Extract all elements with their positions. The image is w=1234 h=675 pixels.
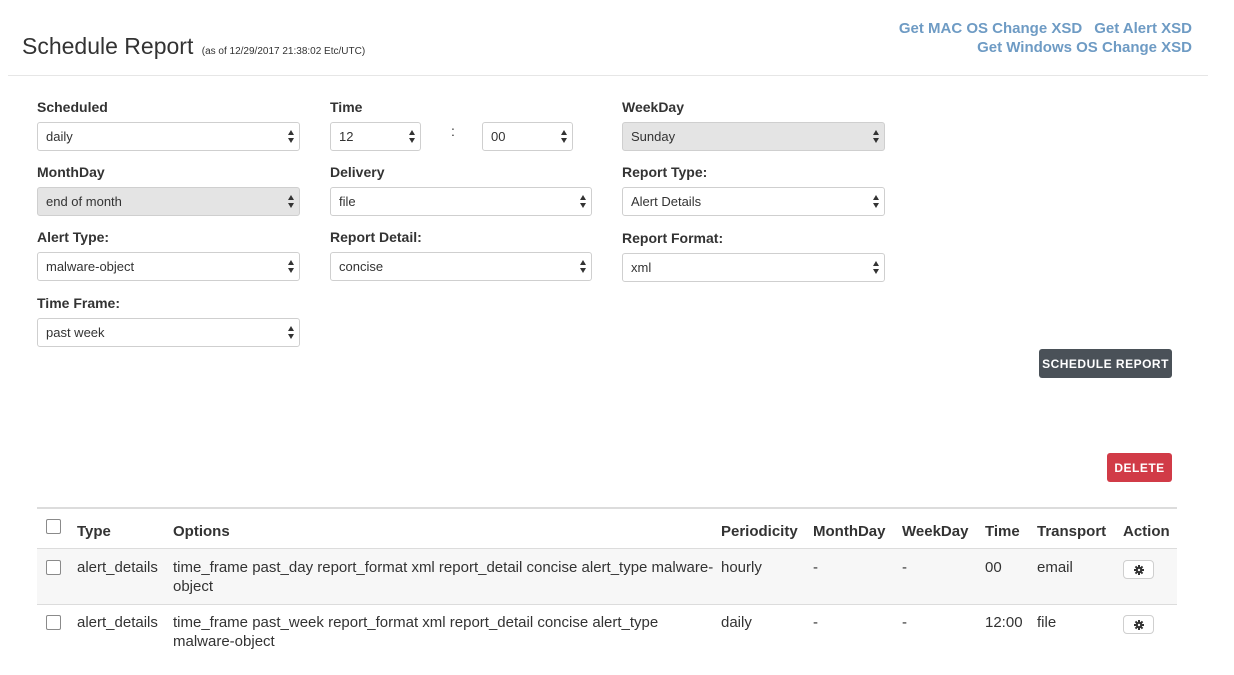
mac-os-change-xsd-link[interactable]: Get MAC OS Change XSD (899, 20, 1082, 37)
alert-xsd-link[interactable]: Get Alert XSD (1094, 20, 1192, 37)
row-options: time_frame past_day report_format xml re… (173, 558, 713, 596)
column-header-action: Action (1123, 523, 1170, 540)
time-frame-label: Time Frame: (37, 295, 120, 311)
column-header-monthday: MonthDay (813, 523, 886, 540)
windows-os-change-xsd-link[interactable]: Get Windows OS Change XSD (977, 39, 1192, 56)
time-separator: : (451, 123, 455, 139)
time-hour-select[interactable]: 12 (330, 122, 421, 151)
report-type-select[interactable]: Alert Details (622, 187, 885, 216)
report-detail-label: Report Detail: (330, 229, 422, 245)
alert-type-select[interactable]: malware-object (37, 252, 300, 281)
column-header-weekday: WeekDay (902, 523, 969, 540)
row-options: time_frame past_week report_format xml r… (173, 613, 713, 651)
scheduled-select[interactable]: daily (37, 122, 300, 151)
row-periodicity: hourly (721, 559, 762, 576)
row-weekday: - (902, 559, 907, 576)
weekday-select[interactable]: Sunday (622, 122, 885, 151)
updown-arrows-icon (288, 326, 295, 339)
monthday-label: MonthDay (37, 164, 105, 180)
alert-type-label: Alert Type: (37, 229, 110, 245)
report-type-value: Alert Details (631, 194, 702, 209)
row-action-button[interactable] (1123, 560, 1154, 579)
report-format-select[interactable]: xml (622, 253, 885, 282)
table-top-border (37, 507, 1177, 509)
time-minute-value: 00 (491, 129, 506, 144)
row-checkbox[interactable] (46, 615, 61, 630)
updown-arrows-icon (580, 195, 587, 208)
page-title: Schedule Report (as of 12/29/2017 21:38:… (22, 33, 365, 60)
xsd-links: Get MAC OS Change XSD Get Alert XSD Get W… (899, 19, 1192, 57)
column-header-time: Time (985, 523, 1020, 540)
delivery-select[interactable]: file (330, 187, 592, 216)
select-all-checkbox[interactable] (46, 519, 61, 534)
time-frame-select[interactable]: past week (37, 318, 300, 347)
table-row: alert_details time_frame past_day report… (37, 548, 1177, 604)
weekday-value: Sunday (631, 129, 676, 144)
scheduled-label: Scheduled (37, 99, 108, 115)
delivery-value: file (339, 194, 356, 209)
report-detail-select[interactable]: concise (330, 252, 592, 281)
column-header-periodicity: Periodicity (721, 523, 798, 540)
column-header-options: Options (173, 523, 230, 540)
updown-arrows-icon (873, 130, 880, 143)
report-format-value: xml (631, 260, 652, 275)
updown-arrows-icon (873, 195, 880, 208)
row-transport: email (1037, 559, 1073, 576)
row-time: 00 (985, 559, 1002, 576)
row-options-line2: malware-object (173, 633, 275, 650)
time-label: Time (330, 99, 363, 115)
updown-arrows-icon (580, 260, 587, 273)
row-time: 12:00 (985, 614, 1023, 631)
as-of-timestamp: (as of 12/29/2017 21:38:02 Etc/UTC) (201, 46, 366, 57)
row-options-line1: time_frame past_week report_format xml r… (173, 614, 659, 631)
page-header: Schedule Report (as of 12/29/2017 21:38:… (0, 0, 1234, 76)
row-monthday: - (813, 559, 818, 576)
delivery-label: Delivery (330, 164, 385, 180)
row-options-line1: time_frame past_day report_format xml re… (173, 559, 714, 576)
report-format-label: Report Format: (622, 230, 724, 246)
row-transport: file (1037, 614, 1057, 631)
page-title-text: Schedule Report (22, 33, 194, 59)
gear-icon (1134, 565, 1144, 575)
delete-button[interactable]: DELETE (1107, 453, 1172, 482)
column-header-type: Type (77, 523, 111, 540)
updown-arrows-icon (873, 261, 880, 274)
monthday-select[interactable]: end of month (37, 187, 300, 216)
schedule-report-button[interactable]: SCHEDULE REPORT (1039, 349, 1172, 378)
row-divider (37, 604, 1177, 605)
updown-arrows-icon (288, 260, 295, 273)
row-monthday: - (813, 614, 818, 631)
monthday-value: end of month (46, 194, 122, 209)
row-periodicity: daily (721, 614, 752, 631)
gear-icon (1134, 620, 1144, 630)
row-type: alert_details (77, 559, 158, 576)
row-weekday: - (902, 614, 907, 631)
row-divider (37, 548, 1177, 549)
updown-arrows-icon (288, 130, 295, 143)
updown-arrows-icon (288, 195, 295, 208)
header-divider (8, 75, 1208, 76)
time-hour-value: 12 (339, 129, 354, 144)
row-action-button[interactable] (1123, 615, 1154, 634)
updown-arrows-icon (409, 130, 416, 143)
row-type: alert_details (77, 614, 158, 631)
row-options-line2: object (173, 578, 214, 595)
time-frame-value: past week (46, 325, 105, 340)
row-checkbox[interactable] (46, 560, 61, 575)
time-minute-select[interactable]: 00 (482, 122, 573, 151)
weekday-label: WeekDay (622, 99, 685, 115)
scheduled-value: daily (46, 129, 73, 144)
column-header-transport: Transport (1037, 523, 1107, 540)
report-type-label: Report Type: (622, 164, 708, 180)
updown-arrows-icon (561, 130, 568, 143)
alert-type-value: malware-object (46, 259, 135, 274)
table-row: alert_details time_frame past_week repor… (37, 604, 1177, 660)
report-detail-value: concise (339, 259, 384, 274)
